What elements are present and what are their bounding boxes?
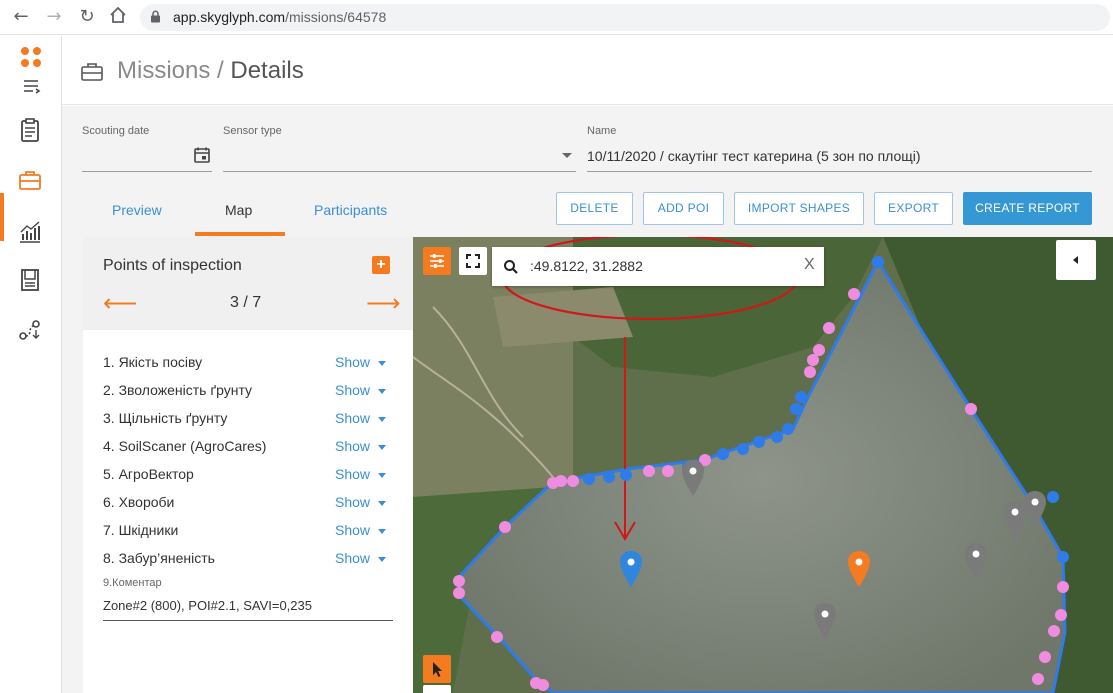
inspection-show-link[interactable]: Show xyxy=(335,354,370,370)
app-logo-icon[interactable] xyxy=(18,44,44,70)
comment-label: 9.Коментар xyxy=(103,577,162,589)
scouting-date-underline xyxy=(82,171,212,172)
create-report-button[interactable]: CREATE REPORT xyxy=(963,192,1092,225)
sensor-type-caret-icon[interactable] xyxy=(562,153,572,158)
poi-marker-gray-icon[interactable] xyxy=(964,542,988,580)
clipboard-icon[interactable] xyxy=(16,116,44,144)
sensor-type-label: Sensor type xyxy=(223,125,282,137)
url-host: app.skyglyph.com xyxy=(173,9,286,25)
add-poi-button[interactable]: ADD POI xyxy=(643,192,724,225)
inspection-item-label: 5. АгроВектор xyxy=(103,466,194,482)
url-text: app.skyglyph.com/missions/64578 xyxy=(173,9,386,25)
poi-marker-orange-icon[interactable] xyxy=(847,550,871,588)
export-button[interactable]: EXPORT xyxy=(874,192,953,225)
select-tool-button[interactable] xyxy=(423,655,451,683)
inspection-item-label: 4. SoilScaner (AgroCares) xyxy=(103,438,267,454)
reports-icon[interactable] xyxy=(16,266,44,294)
name-underline xyxy=(587,171,1092,172)
poi-marker-gray-icon[interactable] xyxy=(1023,490,1047,528)
sliders-icon xyxy=(430,254,444,268)
inspection-item-label: 1. Якість посіву xyxy=(103,354,203,370)
scouting-date-label: Scouting date xyxy=(82,125,150,137)
breadcrumb-separator: / xyxy=(210,57,231,84)
sensor-type-underline xyxy=(223,171,576,172)
fullscreen-button[interactable] xyxy=(459,247,487,275)
browser-toolbar: ← → ↻ app.skyglyph.com/missions/64578 xyxy=(0,0,1113,35)
next-poi-arrow-icon[interactable]: ⟶ xyxy=(366,289,400,317)
chevron-down-icon[interactable] xyxy=(378,473,386,478)
missions-header-icon xyxy=(81,63,103,81)
add-poi-icon[interactable]: + xyxy=(372,256,390,274)
active-tab-indicator xyxy=(195,232,285,236)
inspection-item-label: 2. Зволоженість ґрунту xyxy=(103,382,253,398)
inspection-item-label: 7. Шкідники xyxy=(103,522,179,538)
sidebar-active-indicator xyxy=(0,193,4,241)
forward-icon[interactable]: → xyxy=(43,6,65,28)
back-icon[interactable]: ← xyxy=(10,6,32,28)
coordinate-search-box[interactable]: :49.8122, 31.2882 X xyxy=(492,247,824,286)
chevron-down-icon[interactable] xyxy=(378,529,386,534)
poi-pagination: 3 / 7 xyxy=(230,294,262,311)
page-title: Missions / Details xyxy=(117,57,304,85)
inspection-show-link[interactable]: Show xyxy=(335,522,370,538)
reload-icon[interactable]: ↻ xyxy=(76,6,98,28)
poi-panel: Points of inspection + ⟵ 3 / 7 ⟶ 1. Якіс… xyxy=(83,237,413,693)
poi-marker-gray-icon[interactable] xyxy=(681,459,705,497)
route-icon[interactable] xyxy=(16,316,44,344)
inspection-show-link[interactable]: Show xyxy=(335,382,370,398)
chevron-down-icon[interactable] xyxy=(378,389,386,394)
import-shapes-button[interactable]: IMPORT SHAPES xyxy=(734,192,864,225)
active-poi-marker-icon[interactable] xyxy=(619,550,643,588)
chevron-down-icon[interactable] xyxy=(378,361,386,366)
menu-collapse-icon[interactable] xyxy=(22,76,42,96)
inspection-item-label: 6. Хвороби xyxy=(103,494,175,510)
map-view[interactable]: :49.8122, 31.2882 X xyxy=(413,237,1113,693)
breadcrumb-missions[interactable]: Missions xyxy=(117,57,210,84)
inspection-show-link[interactable]: Show xyxy=(335,438,370,454)
map-layers-button[interactable] xyxy=(423,247,451,275)
address-bar[interactable]: app.skyglyph.com/missions/64578 xyxy=(140,4,1110,31)
poi-title: Points of inspection xyxy=(103,257,242,274)
inspection-show-link[interactable]: Show xyxy=(335,410,370,426)
delete-button[interactable]: DELETE xyxy=(556,192,633,225)
comment-underline xyxy=(103,620,393,621)
lock-icon xyxy=(151,10,160,23)
cursor-icon xyxy=(433,662,442,677)
prev-poi-arrow-icon[interactable]: ⟵ xyxy=(103,289,137,317)
comment-field[interactable]: Zone#2 (800), POI#2.1, SAVI=0,235 xyxy=(103,598,312,613)
inspection-item-label: 3. Щільність ґрунту xyxy=(103,410,228,426)
collapse-left-icon xyxy=(1073,256,1078,264)
missions-briefcase-icon[interactable] xyxy=(16,166,44,194)
home-icon[interactable] xyxy=(107,6,129,28)
inspection-item-label: 8. Забур’яненість xyxy=(103,550,215,566)
draw-tool-button[interactable] xyxy=(423,685,451,693)
url-path: /missions/64578 xyxy=(285,9,387,25)
name-label: Name xyxy=(587,125,617,137)
map-panel-toggle[interactable] xyxy=(1056,240,1096,280)
chevron-down-icon[interactable] xyxy=(378,417,386,422)
tab-map[interactable]: Map xyxy=(225,202,252,218)
inspection-show-link[interactable]: Show xyxy=(335,494,370,510)
tab-preview[interactable]: Preview xyxy=(112,202,162,218)
satellite-map[interactable] xyxy=(413,237,1113,693)
name-input[interactable]: 10/11/2020 / скаутінг тест катерина (5 з… xyxy=(587,148,921,164)
chevron-down-icon[interactable] xyxy=(378,501,386,506)
search-clear-button[interactable]: X xyxy=(804,256,815,274)
inspection-show-link[interactable]: Show xyxy=(335,466,370,482)
calendar-icon[interactable] xyxy=(193,146,211,164)
chevron-down-icon[interactable] xyxy=(378,445,386,450)
inspection-show-link[interactable]: Show xyxy=(335,550,370,566)
coordinate-search-input[interactable]: :49.8122, 31.2882 xyxy=(530,258,643,274)
tab-participants[interactable]: Participants xyxy=(314,202,387,218)
fullscreen-icon xyxy=(466,254,480,268)
analytics-chart-icon[interactable] xyxy=(16,218,44,246)
poi-marker-gray-icon[interactable] xyxy=(813,602,837,640)
breadcrumb-details: Details xyxy=(230,57,304,84)
page-header: Missions / Details xyxy=(62,36,1113,105)
app-sidebar xyxy=(0,36,62,693)
chevron-down-icon[interactable] xyxy=(378,557,386,562)
poi-header: Points of inspection + ⟵ 3 / 7 ⟶ xyxy=(83,237,413,330)
search-icon xyxy=(504,260,518,274)
